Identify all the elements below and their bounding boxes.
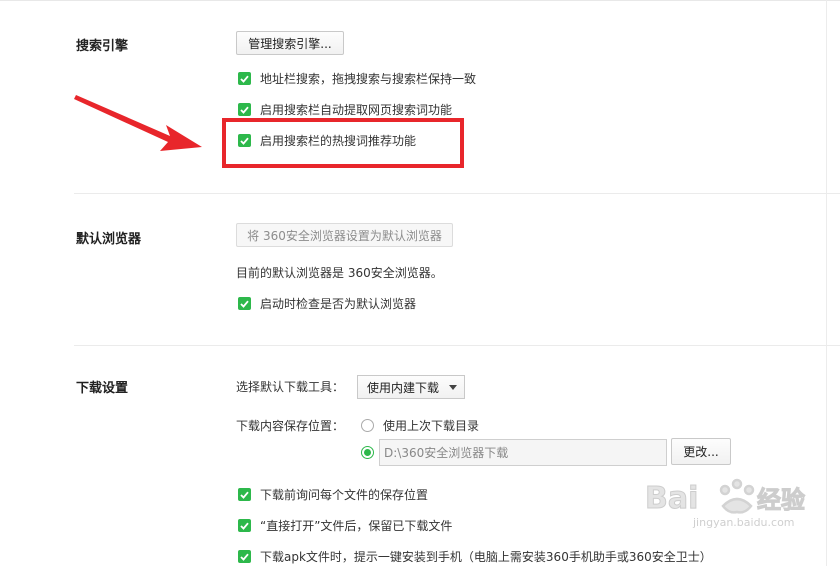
checkbox-checked-icon[interactable] (238, 103, 251, 116)
option-auto-extract-keywords[interactable]: 启用搜索栏自动提取网页搜索词功能 (238, 101, 452, 118)
radio-last-directory[interactable]: 使用上次下载目录 (361, 417, 479, 434)
radio-unselected-icon[interactable] (361, 419, 374, 432)
highlight-box (222, 118, 464, 168)
default-browser-status: 目前的默认浏览器是 360安全浏览器。 (236, 266, 443, 280)
download-tool-value: 使用内建下载 (367, 380, 440, 395)
option-label: 启动时检查是否为默认浏览器 (260, 297, 417, 311)
option-address-bar-search[interactable]: 地址栏搜索，拖拽搜索与搜索栏保持一致 (238, 70, 476, 87)
checkbox-checked-icon[interactable] (238, 297, 251, 310)
watermark-url: jingyan.baidu.com (692, 516, 795, 529)
section-divider (74, 193, 840, 194)
default-browser-title: 默认浏览器 (76, 232, 142, 247)
checkbox-checked-icon[interactable] (238, 519, 251, 532)
option-apk-install-prompt[interactable]: 下载apk文件时，提示一键安装到手机（电脑上需安装360手机助手或360安全卫士… (238, 548, 712, 565)
option-ask-save-location[interactable]: 下载前询问每个文件的保存位置 (238, 486, 428, 503)
option-label: 下载前询问每个文件的保存位置 (260, 488, 429, 502)
baidu-watermark-logo: Bai 经验 jingyan.baidu.com (645, 478, 806, 529)
search-engine-title: 搜索引擎 (76, 39, 129, 54)
checkbox-checked-icon[interactable] (238, 550, 251, 563)
dropdown-arrow-icon (449, 385, 457, 390)
radio-selected-icon[interactable] (361, 446, 374, 459)
red-arrow-icon (74, 95, 202, 151)
download-path-value: D:\360安全浏览器下载 (384, 446, 509, 460)
section-divider (74, 345, 840, 346)
option-keep-opened-files[interactable]: “直接打开”文件后，保留已下载文件 (238, 517, 452, 534)
radio-label: 使用上次下载目录 (383, 419, 480, 433)
download-tool-select[interactable]: 使用内建下载 (357, 375, 465, 399)
change-path-button[interactable]: 更改... (671, 438, 731, 465)
checkbox-checked-icon[interactable] (238, 488, 251, 501)
download-settings-title: 下载设置 (76, 381, 129, 396)
option-label: 下载apk文件时，提示一键安装到手机（电脑上需安装360手机助手或360安全卫士… (260, 550, 712, 564)
svg-text:经验: 经验 (757, 486, 805, 514)
download-path-input[interactable]: D:\360安全浏览器下载 (379, 439, 667, 466)
option-label: “直接打开”文件后，保留已下载文件 (260, 519, 453, 533)
save-location-label: 下载内容保存位置： (236, 419, 345, 433)
manage-search-engines-button[interactable]: 管理搜索引擎... (236, 31, 344, 55)
svg-text:Bai: Bai (645, 481, 698, 516)
set-default-browser-button[interactable]: 将 360安全浏览器设置为默认浏览器 (236, 223, 453, 247)
settings-page: 搜索引擎 管理搜索引擎... 地址栏搜索，拖拽搜索与搜索栏保持一致 启用搜索栏自… (0, 0, 840, 566)
option-check-default-on-start[interactable]: 启动时检查是否为默认浏览器 (238, 295, 416, 312)
download-tool-label: 选择默认下载工具： (236, 380, 345, 394)
option-label: 地址栏搜索，拖拽搜索与搜索栏保持一致 (260, 72, 477, 86)
top-border (0, 0, 840, 1)
option-label: 启用搜索栏自动提取网页搜索词功能 (260, 103, 453, 117)
checkbox-checked-icon[interactable] (238, 72, 251, 85)
